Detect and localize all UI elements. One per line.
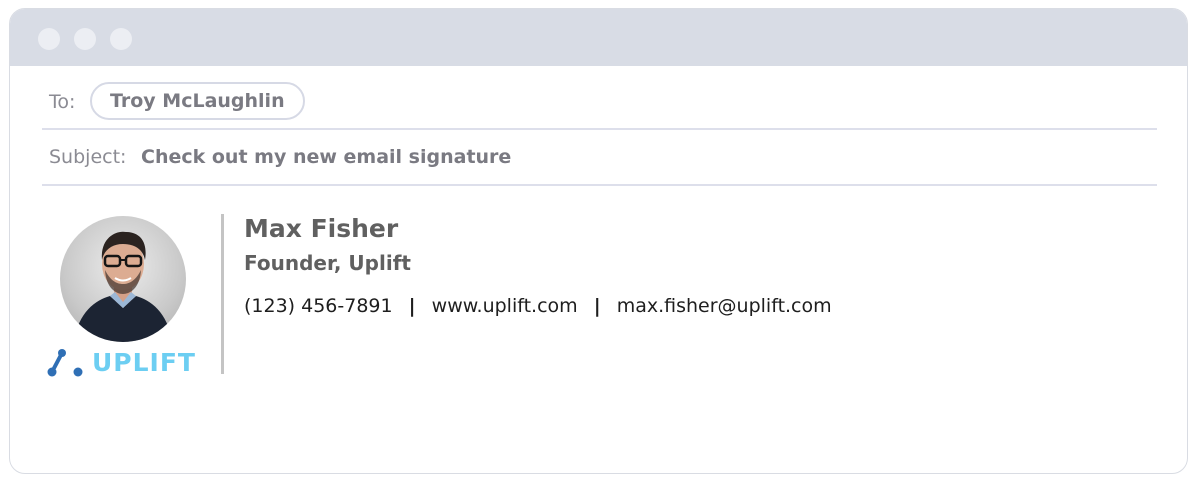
contact-separator: | <box>593 295 601 317</box>
window-close-control[interactable] <box>38 28 60 50</box>
to-divider <box>42 128 1157 130</box>
subject-field[interactable]: Check out my new email signature <box>141 146 511 168</box>
signature-title: Founder, Uplift <box>244 251 411 275</box>
signature-contact-line: (123) 456-7891 | www.uplift.com | max.fi… <box>244 295 832 317</box>
window-titlebar <box>10 9 1187 66</box>
uplift-logo-icon <box>47 349 83 377</box>
subject-label: Subject: <box>49 146 127 168</box>
uplift-logo-text: UPLIFT <box>92 347 196 377</box>
signature-vertical-divider <box>221 214 224 374</box>
signature-website-link[interactable]: www.uplift.com <box>432 295 578 317</box>
recipient-name: Troy McLaughlin <box>110 90 285 112</box>
contact-separator: | <box>408 295 416 317</box>
signature-phone[interactable]: (123) 456-7891 <box>244 295 393 317</box>
email-compose-window: To: Troy McLaughlin Subject: Check out m… <box>9 8 1188 474</box>
window-maximize-control[interactable] <box>110 28 132 50</box>
profile-photo <box>60 216 186 342</box>
window-minimize-control[interactable] <box>74 28 96 50</box>
signature-name: Max Fisher <box>244 214 399 243</box>
subject-divider <box>42 184 1157 186</box>
recipient-chip[interactable]: Troy McLaughlin <box>90 82 305 120</box>
uplift-logo: UPLIFT <box>46 345 196 379</box>
to-label: To: <box>49 91 76 113</box>
signature-email-link[interactable]: max.fisher@uplift.com <box>617 295 832 317</box>
